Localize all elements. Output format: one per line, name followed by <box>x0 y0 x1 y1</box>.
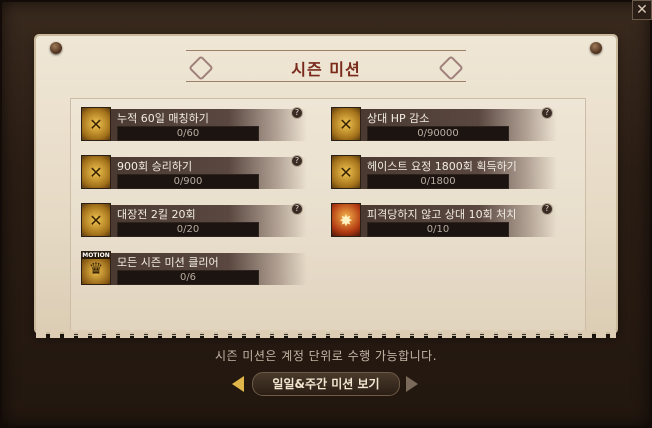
crossed-swords-badge-icon: ✕ <box>331 107 361 141</box>
mission-nav: 일일&주간 미션 보기 <box>232 372 418 396</box>
mission-progress: 0/10 <box>426 224 450 235</box>
mission-progress-bar: 0/1800 <box>367 174 509 189</box>
daily-weekly-missions-button[interactable]: 일일&주간 미션 보기 <box>252 372 400 396</box>
mission-item: ✸ 피격당하지 않고 상대 10회 처치 0/10 ? <box>331 203 557 241</box>
mission-item: ✕ 누적 60일 매칭하기 0/60 ? <box>81 107 307 145</box>
crossed-swords-badge-icon: ✕ <box>81 155 111 189</box>
mission-progress: 0/900 <box>173 176 203 187</box>
title-band: 시즌 미션 <box>186 50 466 82</box>
mission-progress-bar: 0/90000 <box>367 126 509 141</box>
next-arrow-icon[interactable] <box>406 376 418 392</box>
crossed-swords-badge-icon: ✕ <box>81 203 111 237</box>
mission-item: MOTION ♛ 모든 시즌 미션 클리어 0/6 <box>81 251 307 289</box>
mission-progress: 0/1800 <box>420 176 456 187</box>
mission-progress-bar: 0/900 <box>117 174 259 189</box>
page-title: 시즌 미션 <box>291 60 361 79</box>
mission-label: 모든 시즌 미션 클리어 <box>117 256 219 269</box>
mission-progress-bar: 0/60 <box>117 126 259 141</box>
mission-progress-bar: 0/10 <box>367 222 509 237</box>
mission-item: ✕ 상대 HP 감소 0/90000 ? <box>331 107 557 145</box>
mission-progress: 0/60 <box>176 128 200 139</box>
mission-item: ✕ 대장전 2킬 20회 0/20 ? <box>81 203 307 241</box>
prev-arrow-icon[interactable] <box>232 376 244 392</box>
pin-right-icon <box>590 42 602 54</box>
mission-label: 대장전 2킬 20회 <box>117 208 196 221</box>
mission-label: 상대 HP 감소 <box>367 112 430 125</box>
mission-item: ✕ 900회 승리하기 0/900 ? <box>81 155 307 193</box>
help-button[interactable]: ? <box>541 107 553 119</box>
mission-progress: 0/20 <box>176 224 200 235</box>
mission-progress-bar: 0/6 <box>117 270 259 285</box>
mission-label: 900회 승리하기 <box>117 160 193 173</box>
mission-item: ✕ 헤이스트 요정 1800회 획득하기 0/1800 <box>331 155 557 193</box>
fire-strike-icon: ✸ <box>331 203 361 237</box>
pin-left-icon <box>50 42 62 54</box>
mission-progress-bar: 0/20 <box>117 222 259 237</box>
close-button[interactable]: ✕ <box>632 0 652 20</box>
motion-tag: MOTION <box>82 252 110 259</box>
crossed-swords-badge-icon: ✕ <box>331 155 361 189</box>
help-button[interactable]: ? <box>291 203 303 215</box>
mission-label: 누적 60일 매칭하기 <box>117 112 209 125</box>
mission-progress: 0/90000 <box>417 128 459 139</box>
help-button[interactable]: ? <box>291 155 303 167</box>
help-button[interactable]: ? <box>541 203 553 215</box>
trophy-icon: MOTION ♛ <box>81 251 111 285</box>
footer-note: 시즌 미션은 계정 단위로 수행 가능합니다. <box>214 349 438 363</box>
parchment-panel: 시즌 미션 ✕ 누적 60일 매칭하기 0/60 ? ✕ 상대 HP 감소 0/… <box>36 36 616 338</box>
crossed-swords-badge-icon: ✕ <box>81 107 111 141</box>
mission-list: ✕ 누적 60일 매칭하기 0/60 ? ✕ 상대 HP 감소 0/90000 … <box>70 98 586 336</box>
mission-label: 피격당하지 않고 상대 10회 처치 <box>367 208 517 221</box>
help-button[interactable]: ? <box>291 107 303 119</box>
season-mission-window: ✕ 시즌 미션 ✕ 누적 60일 매칭하기 0/60 ? ✕ 상대 HP 감소 … <box>0 0 652 428</box>
mission-progress: 0/6 <box>179 272 197 283</box>
mission-label: 헤이스트 요정 1800회 획득하기 <box>367 160 517 173</box>
